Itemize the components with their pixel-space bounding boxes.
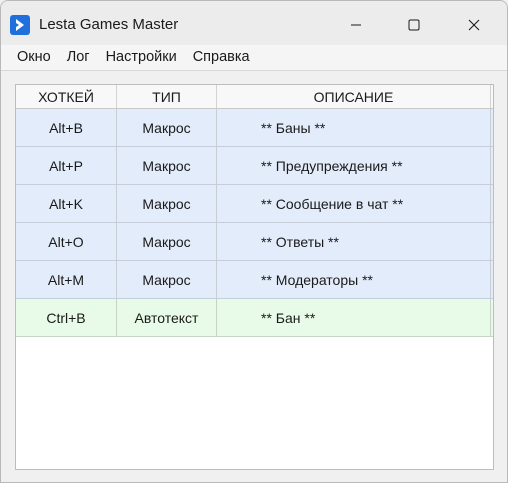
menu-window[interactable]: Окно xyxy=(9,45,59,70)
table-row[interactable]: Ctrl+B Автотекст ** Бан ** xyxy=(16,299,493,337)
minimize-icon xyxy=(351,24,361,26)
column-header-description[interactable]: ОПИСАНИЕ xyxy=(217,85,491,108)
table-row[interactable]: Alt+B Макрос ** Баны ** xyxy=(16,109,493,147)
hotkey-table[interactable]: ХОТКЕЙ ТИП ОПИСАНИЕ Alt+B Макрос ** Баны… xyxy=(15,84,494,470)
close-icon xyxy=(468,19,480,31)
type-cell: Макрос xyxy=(117,185,217,222)
maximize-button[interactable] xyxy=(385,1,443,49)
menu-settings[interactable]: Настройки xyxy=(98,45,185,70)
minimize-button[interactable] xyxy=(327,1,385,49)
table-row[interactable]: Alt+K Макрос ** Сообщение в чат ** xyxy=(16,185,493,223)
menu-help[interactable]: Справка xyxy=(185,45,258,70)
menu-bar: Окно Лог Настройки Справка xyxy=(1,45,507,70)
hotkey-cell: Alt+B xyxy=(16,109,117,146)
description-cell: ** Модераторы ** xyxy=(217,261,491,298)
description-cell: ** Баны ** xyxy=(217,109,491,146)
main-window: Lesta Games Master Окно Лог Настройки Сп… xyxy=(0,0,508,483)
table-row[interactable]: Alt+M Макрос ** Модераторы ** xyxy=(16,261,493,299)
window-title: Lesta Games Master xyxy=(39,16,179,33)
type-cell: Макрос xyxy=(117,109,217,146)
app-logo-icon xyxy=(10,15,30,35)
maximize-icon xyxy=(408,19,420,31)
type-cell: Автотекст xyxy=(117,299,217,336)
menu-log[interactable]: Лог xyxy=(59,45,98,70)
type-cell: Макрос xyxy=(117,223,217,260)
table-header: ХОТКЕЙ ТИП ОПИСАНИЕ xyxy=(16,85,493,109)
description-cell: ** Сообщение в чат ** xyxy=(217,185,491,222)
hotkey-cell: Alt+O xyxy=(16,223,117,260)
column-header-type[interactable]: ТИП xyxy=(117,85,217,108)
description-cell: ** Ответы ** xyxy=(217,223,491,260)
type-cell: Макрос xyxy=(117,147,217,184)
table-row[interactable]: Alt+O Макрос ** Ответы ** xyxy=(16,223,493,261)
menu-divider xyxy=(1,70,507,71)
title-bar[interactable]: Lesta Games Master xyxy=(1,1,507,49)
description-cell: ** Бан ** xyxy=(217,299,491,336)
hotkey-cell: Alt+K xyxy=(16,185,117,222)
hotkey-cell: Alt+P xyxy=(16,147,117,184)
hotkey-cell: Alt+M xyxy=(16,261,117,298)
table-row[interactable]: Alt+P Макрос ** Предупреждения ** xyxy=(16,147,493,185)
type-cell: Макрос xyxy=(117,261,217,298)
description-cell: ** Предупреждения ** xyxy=(217,147,491,184)
close-button[interactable] xyxy=(445,1,503,49)
hotkey-cell: Ctrl+B xyxy=(16,299,117,336)
column-header-hotkey[interactable]: ХОТКЕЙ xyxy=(16,85,117,108)
